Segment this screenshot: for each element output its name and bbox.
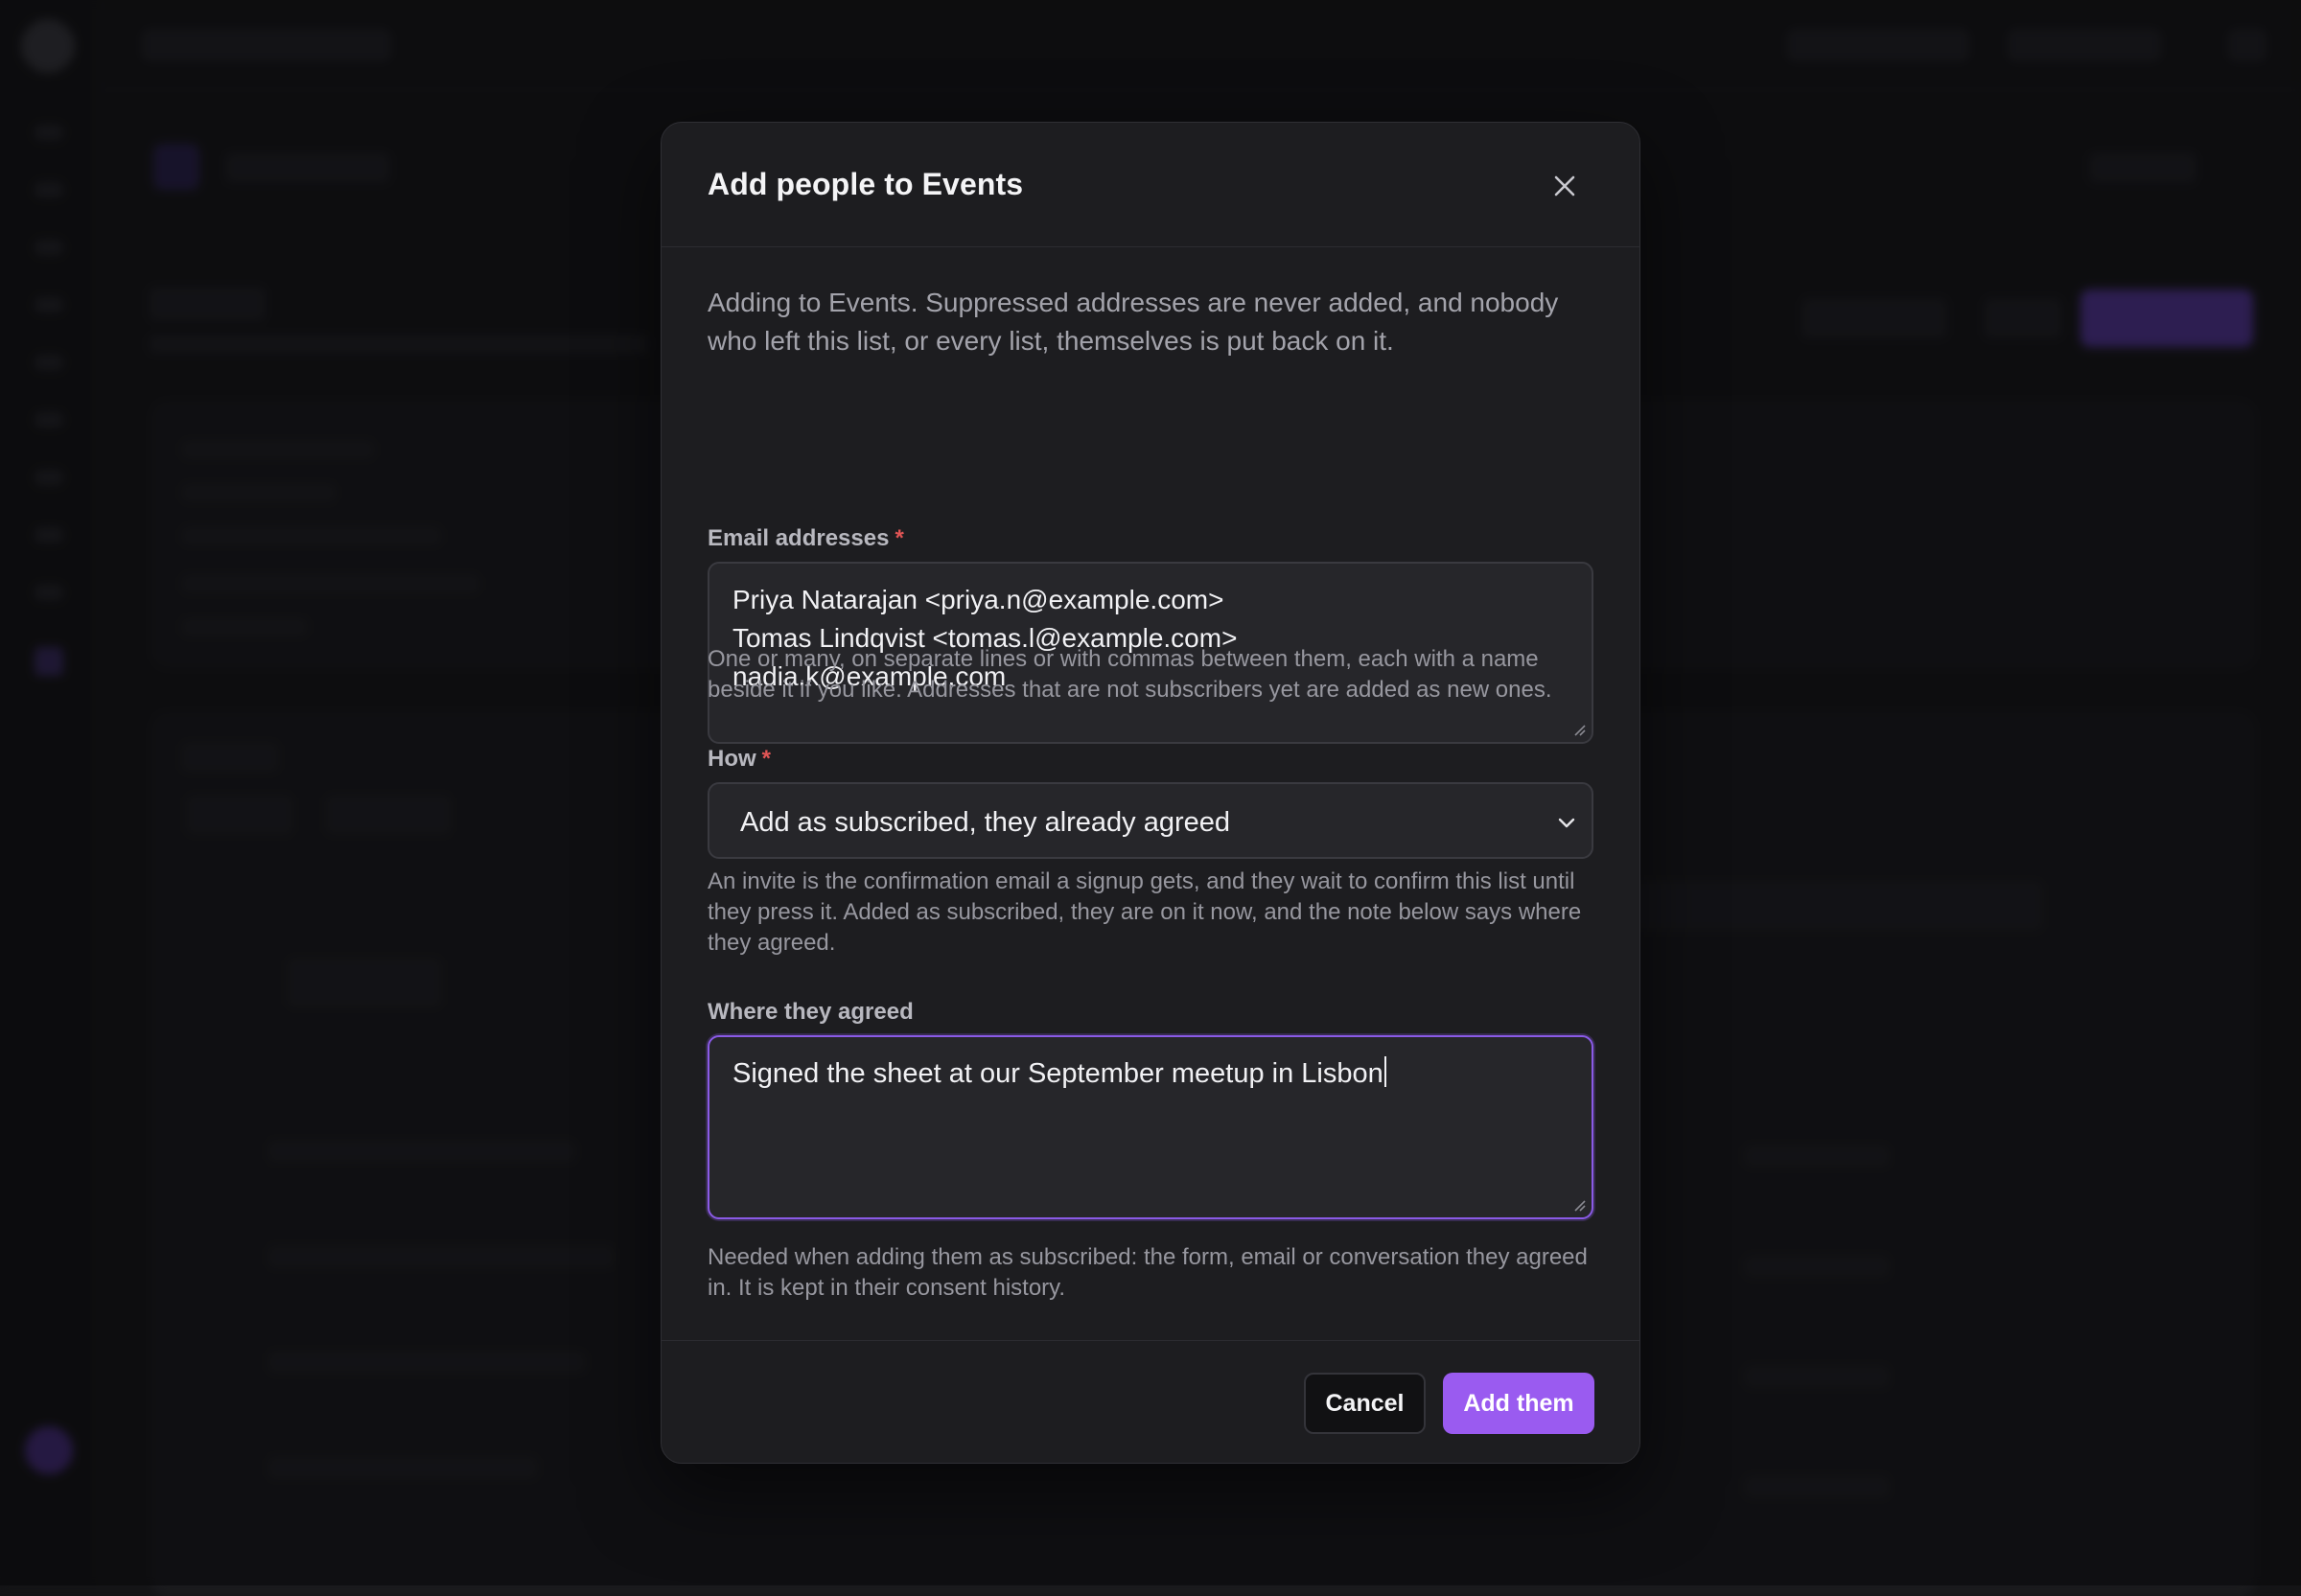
close-button[interactable] xyxy=(1536,157,1593,215)
email-addresses-label: Email addresses* xyxy=(708,525,904,552)
how-select[interactable]: Add as subscribed, they already agreed xyxy=(708,782,1593,859)
email-addresses-label-text: Email addresses xyxy=(708,525,889,551)
where-agreed-value: Signed the sheet at our September meetup… xyxy=(732,1056,1386,1090)
close-icon xyxy=(1552,173,1577,198)
cancel-button[interactable]: Cancel xyxy=(1304,1373,1426,1434)
where-agreed-text: Signed the sheet at our September meetup… xyxy=(732,1058,1383,1089)
required-mark: * xyxy=(762,746,771,772)
dialog-title: Add people to Events xyxy=(708,167,1023,202)
dialog-intro: Adding to Events. Suppressed addresses a… xyxy=(708,284,1599,360)
email-line: Priya Natarajan <priya.n@example.com> xyxy=(732,585,1223,615)
dialog-header: Add people to Events xyxy=(662,123,1639,247)
how-select-value: Add as subscribed, they already agreed xyxy=(740,807,1230,839)
where-agreed-textarea[interactable]: Signed the sheet at our September meetup… xyxy=(708,1035,1593,1219)
add-them-button[interactable]: Add them xyxy=(1443,1373,1594,1434)
resize-handle-icon[interactable] xyxy=(1572,723,1586,736)
how-label-text: How xyxy=(708,746,756,772)
where-label: Where they agreed xyxy=(708,999,914,1026)
chevron-down-icon xyxy=(1555,811,1578,834)
email-addresses-help-text: One or many, on separate lines or with c… xyxy=(708,644,1599,705)
text-caret xyxy=(1384,1056,1386,1087)
required-mark: * xyxy=(895,525,903,551)
dialog-footer-divider xyxy=(662,1340,1639,1341)
where-help: Needed when adding them as subscribed: t… xyxy=(708,1242,1599,1304)
how-label: How* xyxy=(708,746,771,773)
add-people-dialog: Add people to Events Adding to Events. S… xyxy=(661,122,1640,1464)
resize-handle-icon[interactable] xyxy=(1572,1198,1586,1212)
how-help: An invite is the confirmation email a si… xyxy=(708,867,1599,959)
